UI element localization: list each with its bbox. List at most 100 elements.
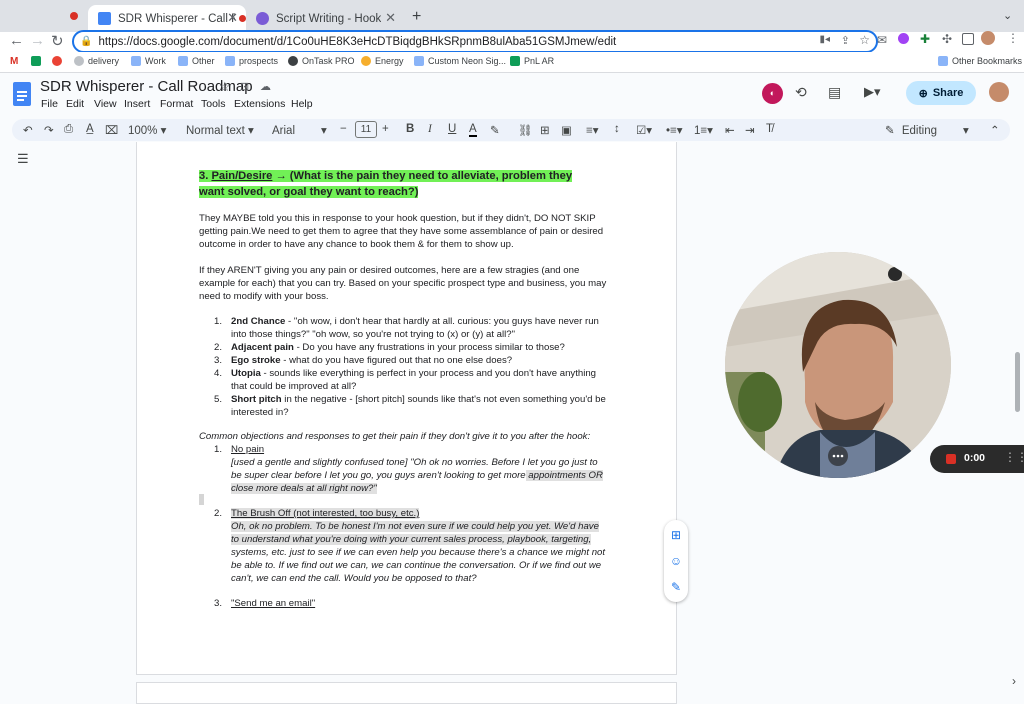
insert-image-icon[interactable]: ▣ [561, 123, 572, 137]
bookmark-prospects[interactable]: prospects [225, 56, 278, 66]
meet-icon[interactable]: ▶▾ [864, 84, 881, 100]
bookmark-pnl[interactable]: PnL AR [510, 56, 554, 66]
list-number: 2. [214, 508, 223, 519]
objection-title: "Send me an email" [231, 598, 316, 609]
extension-puzzle-icon[interactable]: ✣ [942, 32, 952, 46]
move-folder-icon[interactable]: ⊡ [240, 80, 249, 93]
menu-extensions[interactable]: Extensions [234, 98, 285, 110]
highlight-icon[interactable]: ✎ [490, 123, 500, 137]
mail-icon[interactable]: ✉ [877, 33, 887, 47]
menu-help[interactable]: Help [291, 98, 313, 110]
italic-icon[interactable]: I [428, 123, 432, 135]
bookmark-star-icon[interactable]: ☆ [859, 33, 870, 47]
print-icon[interactable]: ⎙ [64, 123, 73, 136]
add-comment-icon[interactable]: ⊞ [666, 525, 686, 545]
insert-link-icon[interactable]: ⛓ [518, 123, 533, 137]
zoom-select[interactable]: 100% ▾ [128, 123, 166, 137]
editing-mode-select[interactable]: ✎ Editing ▾ [885, 123, 969, 137]
share-page-icon[interactable]: ⇪ [841, 34, 850, 47]
other-bookmarks[interactable]: Other Bookmarks [938, 56, 1022, 66]
menu-tools[interactable]: Tools [201, 98, 226, 110]
underline-icon[interactable]: U [448, 123, 456, 135]
paint-format-icon[interactable]: ⌧ [105, 123, 118, 137]
bookmark-delivery[interactable]: delivery [74, 56, 119, 66]
font-select[interactable]: Arial ▾ [272, 123, 327, 137]
align-icon[interactable]: ≡▾ [586, 123, 598, 137]
back-icon[interactable]: ← [9, 32, 24, 49]
profile-avatar[interactable] [981, 31, 995, 45]
font-size-decrease[interactable]: − [340, 123, 347, 135]
menu-file[interactable]: File [41, 98, 58, 110]
font-size-increase[interactable]: + [382, 123, 389, 135]
undo-icon[interactable]: ↶ [23, 123, 33, 137]
address-bar[interactable]: 🔒 https://docs.google.com/document/d/1Co… [72, 30, 878, 53]
chrome-icon[interactable] [52, 56, 66, 66]
forward-icon[interactable]: → [30, 32, 45, 49]
font-size-input[interactable]: 11 [355, 121, 377, 138]
star-icon[interactable]: ☆ [219, 79, 231, 95]
bookmark-work[interactable]: Work [131, 56, 166, 66]
webcam-bubble[interactable] [725, 252, 951, 478]
add-comment-icon[interactable]: ⊞ [540, 123, 550, 137]
bookmark-ontask[interactable]: OnTask PRO [288, 56, 355, 66]
list-number: 4. [214, 368, 223, 379]
bookmark-energy[interactable]: Energy [361, 56, 404, 66]
menu-view[interactable]: View [94, 98, 117, 110]
close-tab-icon[interactable]: ✕ [227, 10, 238, 26]
bookmark-neon[interactable]: Custom Neon Sig... [414, 56, 506, 66]
scrollbar-thumb[interactable] [1015, 352, 1020, 412]
gmail-icon[interactable]: M [10, 56, 18, 67]
strategy-text: - sounds like everything is perfect in y… [260, 368, 596, 379]
reload-icon[interactable]: ↻ [51, 32, 64, 50]
scrollbar-track[interactable] [1013, 142, 1021, 698]
text-color-icon[interactable]: A [469, 123, 477, 137]
tab-script-writing[interactable]: Script Writing - Hook ✕ [246, 5, 404, 32]
text-line: If they AREN'T giving you any pain or de… [199, 265, 580, 276]
close-tab-icon[interactable]: ✕ [385, 10, 396, 26]
redo-icon[interactable]: ↷ [44, 123, 54, 137]
menu-format[interactable]: Format [160, 98, 193, 110]
line-spacing-icon[interactable]: ↕ [614, 123, 620, 135]
emoji-reaction-icon[interactable]: ☺ [666, 551, 686, 571]
browser-menu-icon[interactable]: ⋮ [1007, 31, 1019, 45]
outline-icon[interactable]: ☰ [17, 151, 29, 167]
new-tab-icon[interactable]: + [412, 8, 421, 26]
style-select[interactable]: Normal text ▾ [186, 123, 254, 137]
bookmark-other[interactable]: Other [178, 56, 215, 66]
recorder-menu-icon[interactable]: ⋮⋮ [1004, 450, 1024, 464]
menu-edit[interactable]: Edit [66, 98, 84, 110]
side-panel-icon[interactable] [962, 33, 974, 45]
text-line: example for each) that you can try. Base… [199, 278, 607, 289]
docs-logo-icon[interactable] [13, 82, 31, 106]
extension-green-icon[interactable]: ✚ [920, 32, 930, 46]
document-page-next [136, 682, 677, 704]
share-button[interactable]: ⊕ Share [906, 81, 976, 105]
numbered-list-icon[interactable]: 1≡▾ [694, 123, 713, 137]
recorder-control[interactable]: 0:00 ⋮⋮ [930, 445, 1024, 473]
paragraph-1: They MAYBE told you this in response to … [199, 212, 603, 251]
tab-sdr-whisperer[interactable]: SDR Whisperer - Call Roadm ✕ [88, 5, 246, 32]
increase-indent-icon[interactable]: ⇥ [745, 123, 755, 137]
strategy-name: Adjacent pain [231, 342, 294, 353]
bulleted-list-icon[interactable]: •≡▾ [666, 123, 683, 137]
menu-insert[interactable]: Insert [124, 98, 150, 110]
decrease-indent-icon[interactable]: ⇤ [725, 123, 735, 137]
account-avatar[interactable] [989, 82, 1009, 102]
clear-formatting-icon[interactable]: T̸ [766, 123, 773, 135]
collapse-menus-icon[interactable]: ⌃ [990, 123, 1000, 137]
extension-color-icon[interactable] [898, 33, 909, 44]
checklist-icon[interactable]: ☑▾ [636, 123, 652, 137]
share-label: Share [932, 87, 964, 99]
comments-icon[interactable]: ▤ [828, 84, 841, 101]
tab-search-icon[interactable]: ⌄ [1003, 9, 1012, 22]
sheets-icon[interactable] [31, 56, 45, 66]
zoom-value: 100% [128, 125, 158, 137]
stop-record-icon[interactable] [946, 454, 956, 464]
spellcheck-icon[interactable]: A̲ [86, 123, 94, 135]
text-line: need to modify with your boss. [199, 291, 329, 302]
collaborator-avatar[interactable]: ◐ [762, 83, 783, 104]
version-history-icon[interactable]: ⟲ [795, 84, 807, 101]
suggest-edits-icon[interactable]: ✎ [666, 577, 686, 597]
bold-icon[interactable]: B [406, 123, 414, 135]
side-panel-expand-icon[interactable]: › [1012, 674, 1016, 688]
